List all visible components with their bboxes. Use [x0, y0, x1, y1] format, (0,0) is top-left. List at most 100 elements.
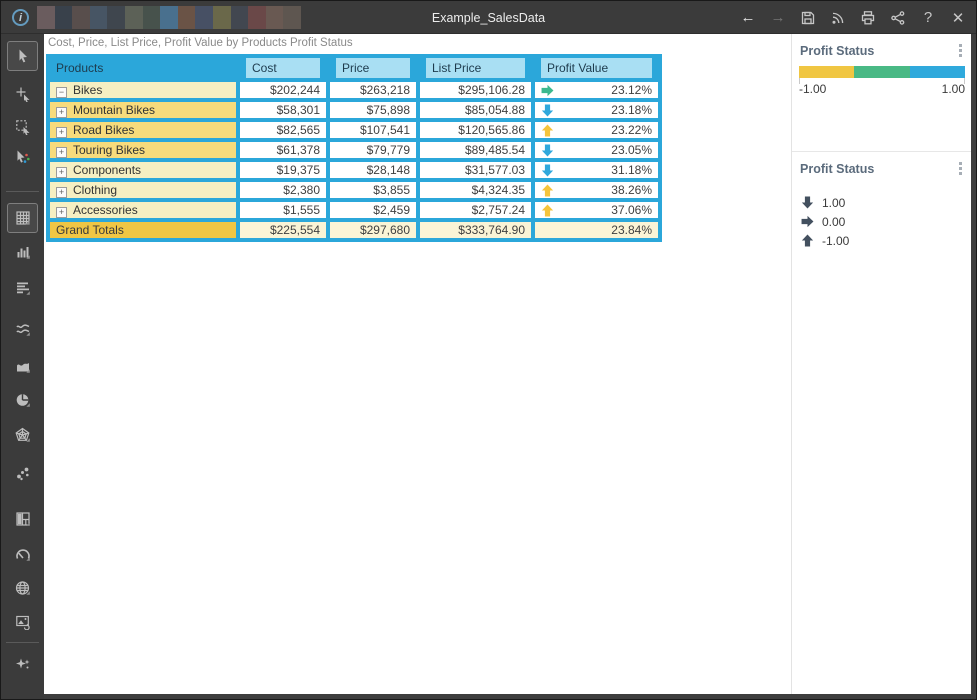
pie-chart-tool-icon[interactable] [7, 385, 38, 415]
row-label[interactable]: +Road Bikes [48, 120, 238, 140]
image-tool-icon[interactable] [7, 607, 38, 637]
back-icon[interactable]: ← [739, 9, 757, 27]
list-price-cell[interactable]: $4,324.35 [418, 180, 533, 200]
feed-icon[interactable] [829, 9, 847, 27]
map-tool-icon[interactable] [7, 573, 38, 603]
table-row-mountain-bikes: +Mountain Bikes $58,301 $75,898 $85,054.… [48, 100, 660, 120]
pivot-header-row: Products Cost Price List Price Profit Va… [48, 56, 660, 80]
row-label[interactable]: +Components [48, 160, 238, 180]
collapse-icon[interactable]: − [56, 87, 67, 98]
expand-icon[interactable]: + [56, 107, 67, 118]
close-icon[interactable]: ✕ [949, 9, 967, 27]
cost-cell[interactable]: $19,375 [238, 160, 328, 180]
cost-cell[interactable]: $61,378 [238, 140, 328, 160]
row-label[interactable]: +Touring Bikes [48, 140, 238, 160]
cost-cell[interactable]: $2,380 [238, 180, 328, 200]
toolbar-swatch [72, 6, 90, 29]
toolbar-swatch [248, 6, 266, 29]
column-header-price[interactable]: Price [328, 56, 418, 80]
profit-cell[interactable]: 38.26% [533, 180, 660, 200]
table-row-grand-totals: Grand Totals $225,554 $297,680 $333,764.… [48, 220, 660, 240]
list-price-cell[interactable]: $31,577.03 [418, 160, 533, 180]
list-price-cell[interactable]: $295,106.28 [418, 80, 533, 100]
price-cell[interactable]: $79,779 [328, 140, 418, 160]
column-header-cost[interactable]: Cost [238, 56, 328, 80]
print-icon[interactable] [859, 9, 877, 27]
price-cell[interactable]: $3,855 [328, 180, 418, 200]
profit-cell[interactable]: 31.18% [533, 160, 660, 180]
title-bar: i Example_SalesData ← → ? ✕ [1, 1, 976, 34]
toolbar-swatch [195, 6, 213, 29]
table-row-road-bikes: +Road Bikes $82,565 $107,541 $120,565.86… [48, 120, 660, 140]
pointer-tool-icon[interactable] [7, 41, 38, 71]
gradient-min-label: -1.00 [799, 82, 826, 96]
bar-chart-tool-icon[interactable] [7, 237, 38, 267]
treemap-tool-icon[interactable] [7, 504, 38, 534]
expand-icon[interactable]: + [56, 147, 67, 158]
list-price-cell[interactable]: $85,054.88 [418, 100, 533, 120]
cost-cell[interactable]: $58,301 [238, 100, 328, 120]
gauge-tool-icon[interactable] [7, 539, 38, 569]
expand-icon[interactable]: + [56, 167, 67, 178]
ai-tool-icon[interactable] [7, 649, 38, 679]
legend-item: 1.00 [801, 196, 849, 209]
trend-arrow-icon [541, 124, 554, 137]
list-price-cell[interactable]: $333,764.90 [418, 220, 533, 240]
toolbar-swatch [143, 6, 161, 29]
marquee-select-tool-icon[interactable] [7, 112, 38, 142]
profit-cell[interactable]: 23.05% [533, 140, 660, 160]
radar-chart-tool-icon[interactable] [7, 420, 38, 450]
kebab-menu-icon[interactable] [959, 44, 962, 57]
legend-list: 1.00 0.00 -1.00 [801, 196, 849, 247]
row-label[interactable]: −Bikes [48, 80, 238, 100]
cost-cell[interactable]: $202,244 [238, 80, 328, 100]
list-price-cell[interactable]: $120,565.86 [418, 120, 533, 140]
cost-cell[interactable]: $82,565 [238, 120, 328, 140]
trend-arrow-icon [541, 144, 554, 157]
list-price-cell[interactable]: $89,485.54 [418, 140, 533, 160]
column-header-products[interactable]: Products [48, 56, 238, 80]
cost-cell[interactable]: $1,555 [238, 200, 328, 220]
forward-icon[interactable]: → [769, 9, 787, 27]
expand-icon[interactable]: + [56, 207, 67, 218]
kebab-menu-icon[interactable] [959, 162, 962, 175]
data-point-select-tool-icon[interactable] [7, 142, 38, 172]
profit-cell[interactable]: 23.18% [533, 100, 660, 120]
toolbar-swatch [231, 6, 249, 29]
row-label[interactable]: Grand Totals [48, 220, 238, 240]
profit-cell[interactable]: 23.84% [533, 220, 660, 240]
gradient-segment-mid [854, 66, 909, 78]
save-icon[interactable] [799, 9, 817, 27]
price-cell[interactable]: $2,459 [328, 200, 418, 220]
price-cell[interactable]: $297,680 [328, 220, 418, 240]
column-header-list-price[interactable]: List Price [418, 56, 533, 80]
hbar-chart-tool-icon[interactable] [7, 273, 38, 303]
profit-cell[interactable]: 23.12% [533, 80, 660, 100]
pan-select-tool-icon[interactable] [7, 79, 38, 109]
scatter-chart-tool-icon[interactable] [7, 459, 38, 489]
profit-cell[interactable]: 23.22% [533, 120, 660, 140]
price-cell[interactable]: $263,218 [328, 80, 418, 100]
toolbar-swatch [283, 6, 301, 29]
area-chart-tool-icon[interactable] [7, 351, 38, 381]
cost-cell[interactable]: $225,554 [238, 220, 328, 240]
toolbox-divider-2 [6, 642, 39, 643]
share-icon[interactable] [889, 9, 907, 27]
expand-icon[interactable]: + [56, 187, 67, 198]
help-icon[interactable]: ? [919, 9, 937, 27]
toolbar-swatch [125, 6, 143, 29]
row-label[interactable]: +Clothing [48, 180, 238, 200]
expand-icon[interactable]: + [56, 127, 67, 138]
row-label[interactable]: +Mountain Bikes [48, 100, 238, 120]
price-cell[interactable]: $28,148 [328, 160, 418, 180]
price-cell[interactable]: $107,541 [328, 120, 418, 140]
column-header-profit-value[interactable]: Profit Value [533, 56, 660, 80]
price-cell[interactable]: $75,898 [328, 100, 418, 120]
profit-cell[interactable]: 37.06% [533, 200, 660, 220]
list-price-cell[interactable]: $2,757.24 [418, 200, 533, 220]
pivot-grid-tool-icon[interactable] [7, 203, 38, 233]
line-chart-tool-icon[interactable] [7, 314, 38, 344]
info-icon[interactable]: i [12, 9, 29, 26]
row-label[interactable]: +Accessories [48, 200, 238, 220]
pivot-table[interactable]: Products Cost Price List Price Profit Va… [46, 54, 662, 242]
